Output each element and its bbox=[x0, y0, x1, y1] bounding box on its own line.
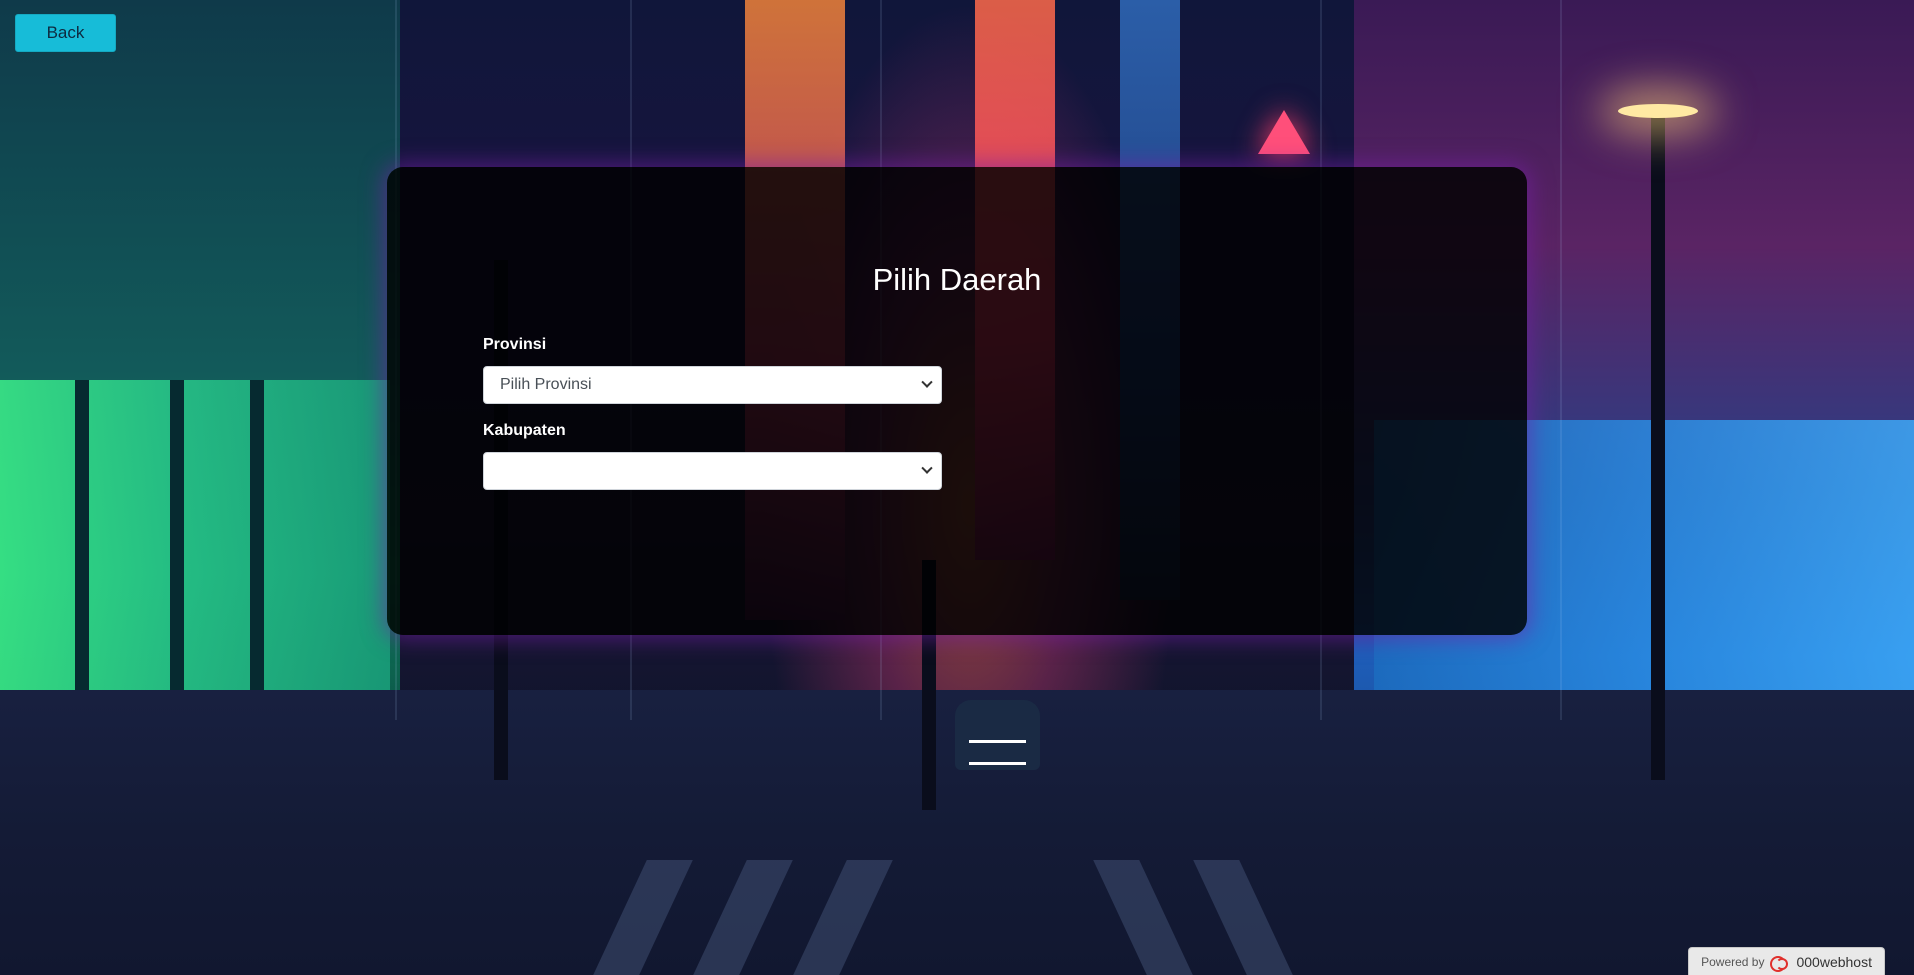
provinsi-select-value: Pilih Provinsi bbox=[500, 376, 592, 393]
powered-by-badge[interactable]: Powered by 000webhost bbox=[1688, 947, 1885, 975]
host-logo-icon bbox=[1770, 955, 1790, 972]
background-rain bbox=[1560, 0, 1562, 720]
page-title: Pilih Daerah bbox=[872, 262, 1042, 297]
host-brand-name: 000webhost bbox=[1796, 953, 1872, 970]
kabupaten-select[interactable] bbox=[483, 452, 942, 490]
chevron-down-icon bbox=[921, 462, 933, 474]
back-button[interactable]: Back bbox=[15, 14, 116, 52]
powered-by-label: Powered by bbox=[1701, 954, 1765, 969]
background-neon-sign bbox=[1258, 110, 1310, 154]
background-lamp-pole bbox=[1651, 110, 1665, 780]
kabupaten-label: Kabupaten bbox=[483, 422, 566, 439]
background-lamp-head bbox=[1618, 104, 1698, 118]
provinsi-label: Provinsi bbox=[483, 336, 547, 353]
provinsi-select[interactable]: Pilih Provinsi bbox=[483, 366, 942, 404]
region-select-panel: Pilih Daerah Provinsi Pilih Provinsi Kab… bbox=[387, 167, 1527, 635]
background-car bbox=[955, 700, 1040, 770]
chevron-down-icon bbox=[921, 376, 933, 388]
